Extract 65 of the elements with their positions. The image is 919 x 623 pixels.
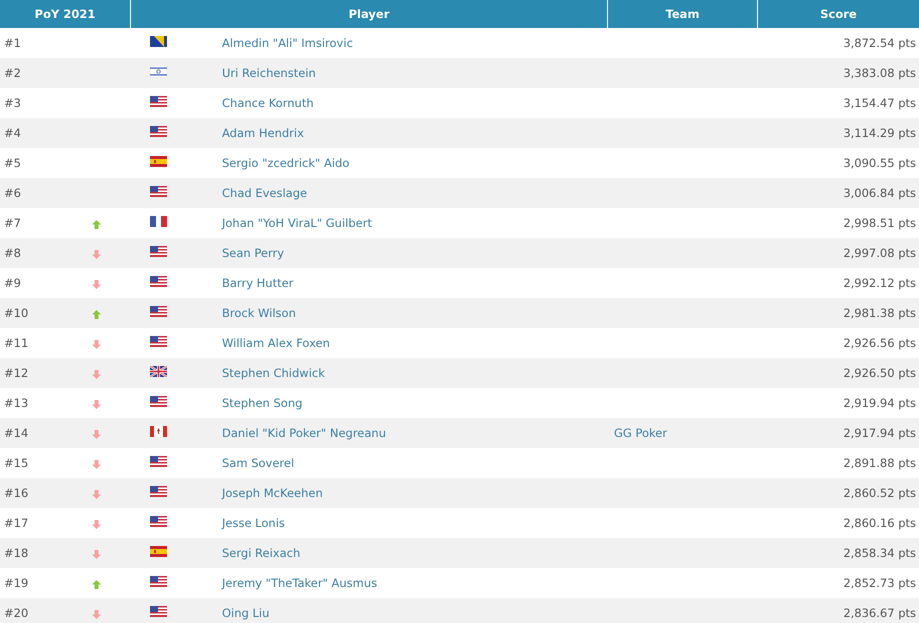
player-link[interactable]: Daniel "Kid Poker" Negreanu: [222, 426, 386, 440]
rank-text: #11: [4, 336, 30, 350]
score-text: 2,891.88 pts: [843, 456, 916, 470]
rank-text: #12: [4, 366, 30, 380]
column-header[interactable]: Player: [131, 0, 608, 28]
score-text: 3,154.47 pts: [843, 96, 916, 110]
score-text: 3,090.55 pts: [843, 156, 916, 170]
rank-text: #18: [4, 546, 30, 560]
rank-text: #6: [4, 186, 22, 200]
score-text: 2,926.56 pts: [843, 336, 916, 350]
rank-text: #8: [4, 246, 22, 260]
rank-text: #20: [4, 606, 30, 620]
score-text: 3,114.29 pts: [843, 126, 916, 140]
rank-text: #2: [4, 66, 22, 80]
player-link[interactable]: Jeremy "TheTaker" Ausmus: [222, 576, 378, 590]
rank-text: #15: [4, 456, 30, 470]
score-text: 3,383.08 pts: [843, 66, 916, 80]
score-text: 2,858.34 pts: [843, 546, 916, 560]
column-header[interactable]: Score: [758, 0, 919, 28]
score-text: 2,917.94 pts: [843, 426, 916, 440]
rank-text: #3: [4, 96, 22, 110]
score-text: 2,926.50 pts: [843, 366, 916, 380]
rank-text: #17: [4, 516, 30, 530]
player-link[interactable]: Oing Liu: [222, 606, 270, 620]
rank-text: #10: [4, 306, 30, 320]
player-link[interactable]: Almedin "Ali" Imsirovic: [222, 36, 353, 50]
player-link[interactable]: William Alex Foxen: [222, 336, 330, 350]
score-text: 2,992.12 pts: [843, 276, 916, 290]
player-link[interactable]: Stephen Chidwick: [222, 366, 325, 380]
player-link[interactable]: Johan "YoH ViraL" Guilbert: [222, 216, 372, 230]
player-link[interactable]: Uri Reichenstein: [222, 66, 316, 80]
player-link[interactable]: Chad Eveslage: [222, 186, 308, 200]
score-text: 3,006.84 pts: [843, 186, 916, 200]
rank-text: #9: [4, 276, 22, 290]
player-link[interactable]: Sam Soverel: [222, 456, 294, 470]
column-header[interactable]: PoY 2021: [0, 0, 131, 28]
rank-text: #5: [4, 156, 22, 170]
score-text: 2,860.16 pts: [843, 516, 916, 530]
player-link[interactable]: Stephen Song: [222, 396, 302, 410]
player-link[interactable]: Sergi Reixach: [222, 546, 300, 560]
rank-text: #19: [4, 576, 30, 590]
player-link[interactable]: Adam Hendrix: [222, 126, 304, 140]
player-link[interactable]: Barry Hutter: [222, 276, 294, 290]
team-link[interactable]: GG Poker: [614, 426, 668, 440]
player-link[interactable]: Joseph McKeehen: [222, 486, 323, 500]
score-text: 2,981.38 pts: [843, 306, 916, 320]
rank-text: #7: [4, 216, 22, 230]
rank-text: #14: [4, 426, 30, 440]
score-text: 2,919.94 pts: [843, 396, 916, 410]
player-link[interactable]: Brock Wilson: [222, 306, 296, 320]
score-text: 2,836.67 pts: [843, 606, 916, 620]
column-header[interactable]: Team: [608, 0, 758, 28]
player-link[interactable]: Chance Kornuth: [222, 96, 314, 110]
rank-text: #13: [4, 396, 30, 410]
player-link[interactable]: Sergio "zcedrick" Aido: [222, 156, 350, 170]
score-text: 2,860.52 pts: [843, 486, 916, 500]
rank-text: #16: [4, 486, 30, 500]
score-text: 2,998.51 pts: [843, 216, 916, 230]
rank-text: #4: [4, 126, 22, 140]
score-text: 3,872.54 pts: [843, 36, 916, 50]
score-text: 2,852.73 pts: [843, 576, 916, 590]
score-text: 2,997.08 pts: [843, 246, 916, 260]
rank-text: #1: [4, 36, 22, 50]
player-link[interactable]: Jesse Lonis: [222, 516, 285, 530]
player-link[interactable]: Sean Perry: [222, 246, 284, 260]
